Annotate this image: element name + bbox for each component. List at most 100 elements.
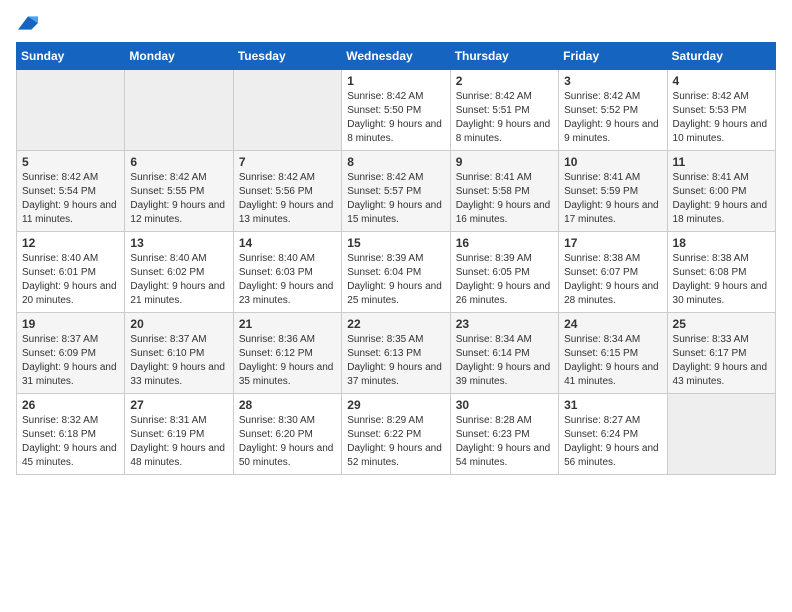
day-info: Sunrise: 8:38 AM Sunset: 6:07 PM Dayligh… [564, 252, 661, 308]
calendar-cell: 16 Sunrise: 8:39 AM Sunset: 6:05 PM Dayli… [450, 232, 558, 313]
day-info: Sunrise: 8:37 AM Sunset: 6:10 PM Dayligh… [130, 333, 227, 389]
day-number: 4 [673, 74, 770, 88]
day-info: Sunrise: 8:39 AM Sunset: 6:04 PM Dayligh… [347, 252, 444, 308]
day-info: Sunrise: 8:31 AM Sunset: 6:19 PM Dayligh… [130, 414, 227, 470]
day-info: Sunrise: 8:39 AM Sunset: 6:05 PM Dayligh… [456, 252, 553, 308]
day-number: 8 [347, 155, 444, 169]
day-info: Sunrise: 8:41 AM Sunset: 5:58 PM Dayligh… [456, 171, 553, 227]
calendar-cell: 24 Sunrise: 8:34 AM Sunset: 6:15 PM Dayli… [559, 313, 667, 394]
day-number: 30 [456, 398, 553, 412]
day-info: Sunrise: 8:40 AM Sunset: 6:02 PM Dayligh… [130, 252, 227, 308]
calendar-cell: 4 Sunrise: 8:42 AM Sunset: 5:53 PM Daylig… [667, 70, 775, 151]
day-info: Sunrise: 8:40 AM Sunset: 6:01 PM Dayligh… [22, 252, 119, 308]
calendar-cell [667, 394, 775, 475]
day-number: 20 [130, 317, 227, 331]
day-info: Sunrise: 8:38 AM Sunset: 6:08 PM Dayligh… [673, 252, 770, 308]
day-number: 22 [347, 317, 444, 331]
day-info: Sunrise: 8:42 AM Sunset: 5:51 PM Dayligh… [456, 90, 553, 146]
day-info: Sunrise: 8:36 AM Sunset: 6:12 PM Dayligh… [239, 333, 336, 389]
calendar-cell: 3 Sunrise: 8:42 AM Sunset: 5:52 PM Daylig… [559, 70, 667, 151]
calendar-cell: 27 Sunrise: 8:31 AM Sunset: 6:19 PM Dayli… [125, 394, 233, 475]
day-number: 15 [347, 236, 444, 250]
day-number: 3 [564, 74, 661, 88]
day-info: Sunrise: 8:42 AM Sunset: 5:52 PM Dayligh… [564, 90, 661, 146]
calendar-cell: 22 Sunrise: 8:35 AM Sunset: 6:13 PM Dayli… [342, 313, 450, 394]
calendar-cell: 17 Sunrise: 8:38 AM Sunset: 6:07 PM Dayli… [559, 232, 667, 313]
day-number: 28 [239, 398, 336, 412]
calendar-cell: 13 Sunrise: 8:40 AM Sunset: 6:02 PM Dayli… [125, 232, 233, 313]
day-number: 9 [456, 155, 553, 169]
day-info: Sunrise: 8:42 AM Sunset: 5:53 PM Dayligh… [673, 90, 770, 146]
day-number: 25 [673, 317, 770, 331]
day-number: 5 [22, 155, 119, 169]
weekday-header-sunday: Sunday [17, 43, 125, 70]
calendar-cell: 25 Sunrise: 8:33 AM Sunset: 6:17 PM Dayli… [667, 313, 775, 394]
day-info: Sunrise: 8:33 AM Sunset: 6:17 PM Dayligh… [673, 333, 770, 389]
day-number: 2 [456, 74, 553, 88]
calendar-cell: 2 Sunrise: 8:42 AM Sunset: 5:51 PM Daylig… [450, 70, 558, 151]
day-number: 24 [564, 317, 661, 331]
day-info: Sunrise: 8:35 AM Sunset: 6:13 PM Dayligh… [347, 333, 444, 389]
logo [16, 16, 38, 30]
calendar-cell: 31 Sunrise: 8:27 AM Sunset: 6:24 PM Dayli… [559, 394, 667, 475]
day-info: Sunrise: 8:40 AM Sunset: 6:03 PM Dayligh… [239, 252, 336, 308]
day-number: 1 [347, 74, 444, 88]
calendar-cell: 15 Sunrise: 8:39 AM Sunset: 6:04 PM Dayli… [342, 232, 450, 313]
weekday-header-saturday: Saturday [667, 43, 775, 70]
day-info: Sunrise: 8:30 AM Sunset: 6:20 PM Dayligh… [239, 414, 336, 470]
weekday-header-monday: Monday [125, 43, 233, 70]
day-number: 16 [456, 236, 553, 250]
calendar-cell: 18 Sunrise: 8:38 AM Sunset: 6:08 PM Dayli… [667, 232, 775, 313]
day-number: 21 [239, 317, 336, 331]
calendar-cell: 12Sunrise: 8:40 AM Sunset: 6:01 PM Dayli… [17, 232, 125, 313]
day-number: 14 [239, 236, 336, 250]
day-number: 11 [673, 155, 770, 169]
day-number: 26 [22, 398, 119, 412]
day-info: Sunrise: 8:34 AM Sunset: 6:15 PM Dayligh… [564, 333, 661, 389]
day-number: 19 [22, 317, 119, 331]
day-number: 7 [239, 155, 336, 169]
calendar-cell: 23Sunrise: 8:34 AM Sunset: 6:14 PM Dayli… [450, 313, 558, 394]
day-info: Sunrise: 8:28 AM Sunset: 6:23 PM Dayligh… [456, 414, 553, 470]
day-info: Sunrise: 8:27 AM Sunset: 6:24 PM Dayligh… [564, 414, 661, 470]
calendar-cell: 8 Sunrise: 8:42 AM Sunset: 5:57 PM Daylig… [342, 151, 450, 232]
day-number: 31 [564, 398, 661, 412]
calendar-cell: 29Sunrise: 8:29 AM Sunset: 6:22 PM Dayli… [342, 394, 450, 475]
day-number: 18 [673, 236, 770, 250]
day-info: Sunrise: 8:37 AM Sunset: 6:09 PM Dayligh… [22, 333, 119, 389]
day-number: 23 [456, 317, 553, 331]
weekday-header-tuesday: Tuesday [233, 43, 341, 70]
week-row-5: 26 Sunrise: 8:32 AM Sunset: 6:18 PM Dayli… [17, 394, 776, 475]
page-header [16, 16, 776, 30]
calendar-cell: 26 Sunrise: 8:32 AM Sunset: 6:18 PM Dayli… [17, 394, 125, 475]
day-number: 6 [130, 155, 227, 169]
day-info: Sunrise: 8:42 AM Sunset: 5:57 PM Dayligh… [347, 171, 444, 227]
week-row-2: 5 Sunrise: 8:42 AM Sunset: 5:54 PM Daylig… [17, 151, 776, 232]
weekday-header-row: SundayMondayTuesdayWednesdayThursdayFrid… [17, 43, 776, 70]
calendar-cell: 20 Sunrise: 8:37 AM Sunset: 6:10 PM Dayli… [125, 313, 233, 394]
calendar-cell: 19 Sunrise: 8:37 AM Sunset: 6:09 PM Dayli… [17, 313, 125, 394]
calendar-cell: 7 Sunrise: 8:42 AM Sunset: 5:56 PM Daylig… [233, 151, 341, 232]
day-number: 13 [130, 236, 227, 250]
day-info: Sunrise: 8:42 AM Sunset: 5:56 PM Dayligh… [239, 171, 336, 227]
day-number: 27 [130, 398, 227, 412]
calendar-cell: 14 Sunrise: 8:40 AM Sunset: 6:03 PM Dayli… [233, 232, 341, 313]
calendar-cell: 28 Sunrise: 8:30 AM Sunset: 6:20 PM Dayli… [233, 394, 341, 475]
day-info: Sunrise: 8:42 AM Sunset: 5:54 PM Dayligh… [22, 171, 119, 227]
day-info: Sunrise: 8:32 AM Sunset: 6:18 PM Dayligh… [22, 414, 119, 470]
day-info: Sunrise: 8:42 AM Sunset: 5:50 PM Dayligh… [347, 90, 444, 146]
weekday-header-friday: Friday [559, 43, 667, 70]
calendar-cell [233, 70, 341, 151]
day-number: 17 [564, 236, 661, 250]
week-row-3: 12Sunrise: 8:40 AM Sunset: 6:01 PM Dayli… [17, 232, 776, 313]
calendar-cell: 5 Sunrise: 8:42 AM Sunset: 5:54 PM Daylig… [17, 151, 125, 232]
weekday-header-thursday: Thursday [450, 43, 558, 70]
day-info: Sunrise: 8:29 AM Sunset: 6:22 PM Dayligh… [347, 414, 444, 470]
calendar-cell: 6Sunrise: 8:42 AM Sunset: 5:55 PM Daylig… [125, 151, 233, 232]
calendar-cell: 11Sunrise: 8:41 AM Sunset: 6:00 PM Dayli… [667, 151, 775, 232]
calendar-cell [125, 70, 233, 151]
calendar-cell: 9 Sunrise: 8:41 AM Sunset: 5:58 PM Daylig… [450, 151, 558, 232]
calendar-cell: 30 Sunrise: 8:28 AM Sunset: 6:23 PM Dayli… [450, 394, 558, 475]
logo-icon [18, 16, 38, 30]
calendar-cell: 21 Sunrise: 8:36 AM Sunset: 6:12 PM Dayli… [233, 313, 341, 394]
